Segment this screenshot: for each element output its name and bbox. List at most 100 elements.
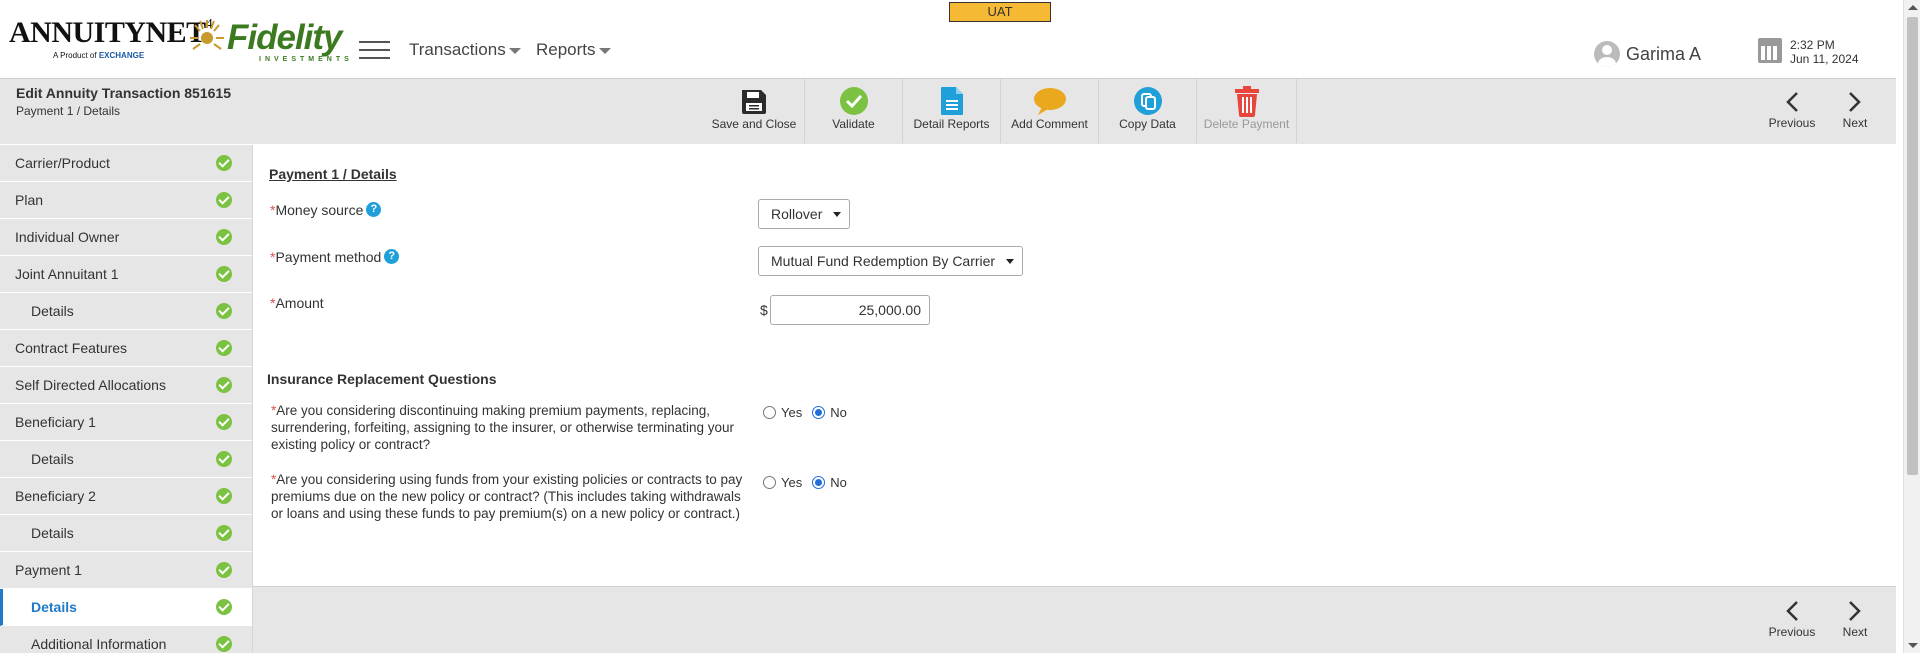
user-menu[interactable]: Garima A	[1594, 41, 1701, 67]
caret-down-icon	[598, 47, 611, 54]
check-circle-icon	[216, 192, 232, 208]
check-circle-icon	[216, 340, 232, 356]
check-circle-icon	[216, 636, 232, 652]
action-toolbar: Edit Annuity Transaction 851615 Payment …	[0, 78, 1896, 144]
sidebar-item-individual-owner[interactable]: Individual Owner	[0, 219, 252, 256]
sidebar-item-payment-1-details[interactable]: Details	[0, 589, 252, 626]
question-1-no-option[interactable]: No	[812, 405, 847, 420]
comment-icon	[1033, 88, 1066, 115]
payment-details-form: Payment 1 / Details *Money source? Rollo…	[253, 145, 1896, 586]
scroll-up-arrow-icon[interactable]	[1908, 5, 1918, 10]
delete-payment-button[interactable]: Delete Payment	[1197, 79, 1297, 143]
money-source-select[interactable]: Rollover	[758, 199, 850, 229]
sidebar-item-beneficiary-2-details[interactable]: Details	[0, 515, 252, 552]
bottom-nav-bar: Previous Next	[253, 586, 1896, 653]
chevron-right-icon	[1849, 92, 1861, 112]
check-circle-icon	[216, 229, 232, 245]
scrollbar-thumb[interactable]	[1907, 17, 1918, 475]
check-circle-icon	[216, 303, 232, 319]
validate-button[interactable]: Validate	[805, 79, 903, 143]
radio-no[interactable]	[812, 476, 826, 489]
check-circle-icon	[839, 87, 868, 115]
sidebar-item-self-directed-allocations[interactable]: Self Directed Allocations	[0, 367, 252, 404]
calendar-icon	[1758, 38, 1782, 63]
check-circle-icon	[216, 451, 232, 467]
trash-icon	[1234, 86, 1259, 117]
check-circle-icon	[216, 599, 232, 615]
check-circle-icon	[216, 562, 232, 578]
sidebar-item-additional-information[interactable]: Additional Information	[0, 626, 252, 653]
bottom-previous-button[interactable]: Previous	[1767, 600, 1817, 639]
copy-icon	[1133, 87, 1162, 115]
currency-symbol: $	[760, 302, 768, 318]
money-source-label: *Money source?	[270, 202, 382, 218]
sidebar-item-beneficiary-2[interactable]: Beneficiary 2	[0, 478, 252, 515]
sidebar-nav: Carrier/Product Plan Individual Owner Jo…	[0, 145, 253, 653]
chevron-left-icon	[1786, 92, 1798, 112]
document-icon	[940, 87, 963, 115]
scroll-down-arrow-icon[interactable]	[1908, 643, 1918, 648]
help-icon[interactable]: ?	[384, 249, 400, 264]
detail-reports-button[interactable]: Detail Reports	[903, 79, 1001, 143]
user-name: Garima A	[1626, 43, 1702, 64]
previous-button[interactable]: Previous	[1767, 91, 1817, 130]
current-date: Jun 11, 2024	[1790, 52, 1859, 66]
page-title: Edit Annuity Transaction 851615	[16, 85, 231, 101]
annuitynet-logo[interactable]: ANNUITYNET4	[9, 16, 213, 50]
annuitynet-tagline: A Product of EXCHANGE	[53, 51, 145, 60]
page-scrollbar[interactable]	[1903, 0, 1920, 653]
fidelity-logo: Fidelity INVESTMENTS	[189, 16, 349, 63]
save-icon	[742, 90, 766, 114]
amount-label: *Amount	[270, 295, 324, 311]
page-subtitle: Payment 1 / Details	[16, 104, 121, 118]
question-2-yes-option[interactable]: Yes	[763, 475, 802, 490]
payment-method-label: *Payment method?	[270, 249, 400, 265]
sidebar-item-plan[interactable]: Plan	[0, 182, 252, 219]
copy-data-button[interactable]: Copy Data	[1099, 79, 1197, 143]
check-circle-icon	[216, 155, 232, 171]
nav-reports[interactable]: Reports	[536, 40, 611, 60]
next-button[interactable]: Next	[1830, 91, 1880, 130]
bottom-next-button[interactable]: Next	[1830, 600, 1880, 639]
chevron-left-icon	[1786, 601, 1798, 621]
question-1-yes-option[interactable]: Yes	[763, 405, 802, 420]
replacement-question-2-options: Yes No	[763, 475, 857, 490]
radio-no[interactable]	[812, 406, 826, 419]
chevron-down-icon	[1006, 258, 1014, 264]
datetime-display: 2:32 PM Jun 11, 2024	[1758, 38, 1859, 66]
insurance-replacement-title: Insurance Replacement Questions	[267, 371, 497, 387]
hamburger-menu-icon[interactable]	[359, 41, 390, 59]
add-comment-button[interactable]: Add Comment	[1001, 79, 1099, 143]
sidebar-item-joint-annuitant-1[interactable]: Joint Annuitant 1	[0, 256, 252, 293]
caret-down-icon	[508, 47, 521, 54]
check-circle-icon	[216, 488, 232, 504]
chevron-right-icon	[1849, 601, 1861, 621]
replacement-question-2: *Are you considering using funds from yo…	[271, 472, 743, 521]
sidebar-item-payment-1[interactable]: Payment 1	[0, 552, 252, 589]
check-circle-icon	[216, 377, 232, 393]
nav-transactions[interactable]: Transactions	[409, 40, 521, 60]
section-title: Payment 1 / Details	[269, 166, 397, 182]
radio-yes[interactable]	[763, 476, 776, 489]
radio-yes[interactable]	[763, 406, 776, 419]
check-circle-icon	[216, 525, 232, 541]
save-and-close-button[interactable]: Save and Close	[704, 79, 805, 143]
chevron-down-icon	[833, 211, 841, 217]
app-header: UAT ANNUITYNET4 A Product of EXCHANGE Fi…	[0, 0, 1900, 78]
replacement-question-1: *Are you considering discontinuing makin…	[271, 403, 734, 452]
question-2-no-option[interactable]: No	[812, 475, 847, 490]
help-icon[interactable]: ?	[366, 202, 382, 217]
user-avatar-icon	[1594, 41, 1620, 67]
sidebar-item-beneficiary-1[interactable]: Beneficiary 1	[0, 404, 252, 441]
sidebar-item-carrier-product[interactable]: Carrier/Product	[0, 145, 252, 182]
sidebar-item-beneficiary-1-details[interactable]: Details	[0, 441, 252, 478]
check-circle-icon	[216, 414, 232, 430]
amount-input[interactable]: 25,000.00	[770, 295, 930, 325]
sidebar-item-contract-features[interactable]: Contract Features	[0, 330, 252, 367]
sidebar-item-joint-annuitant-1-details[interactable]: Details	[0, 293, 252, 330]
payment-method-select[interactable]: Mutual Fund Redemption By Carrier	[758, 246, 1023, 276]
check-circle-icon	[216, 266, 232, 282]
current-time: 2:32 PM	[1790, 38, 1835, 52]
environment-badge: UAT	[949, 2, 1051, 22]
fidelity-sunburst-icon	[190, 20, 224, 50]
